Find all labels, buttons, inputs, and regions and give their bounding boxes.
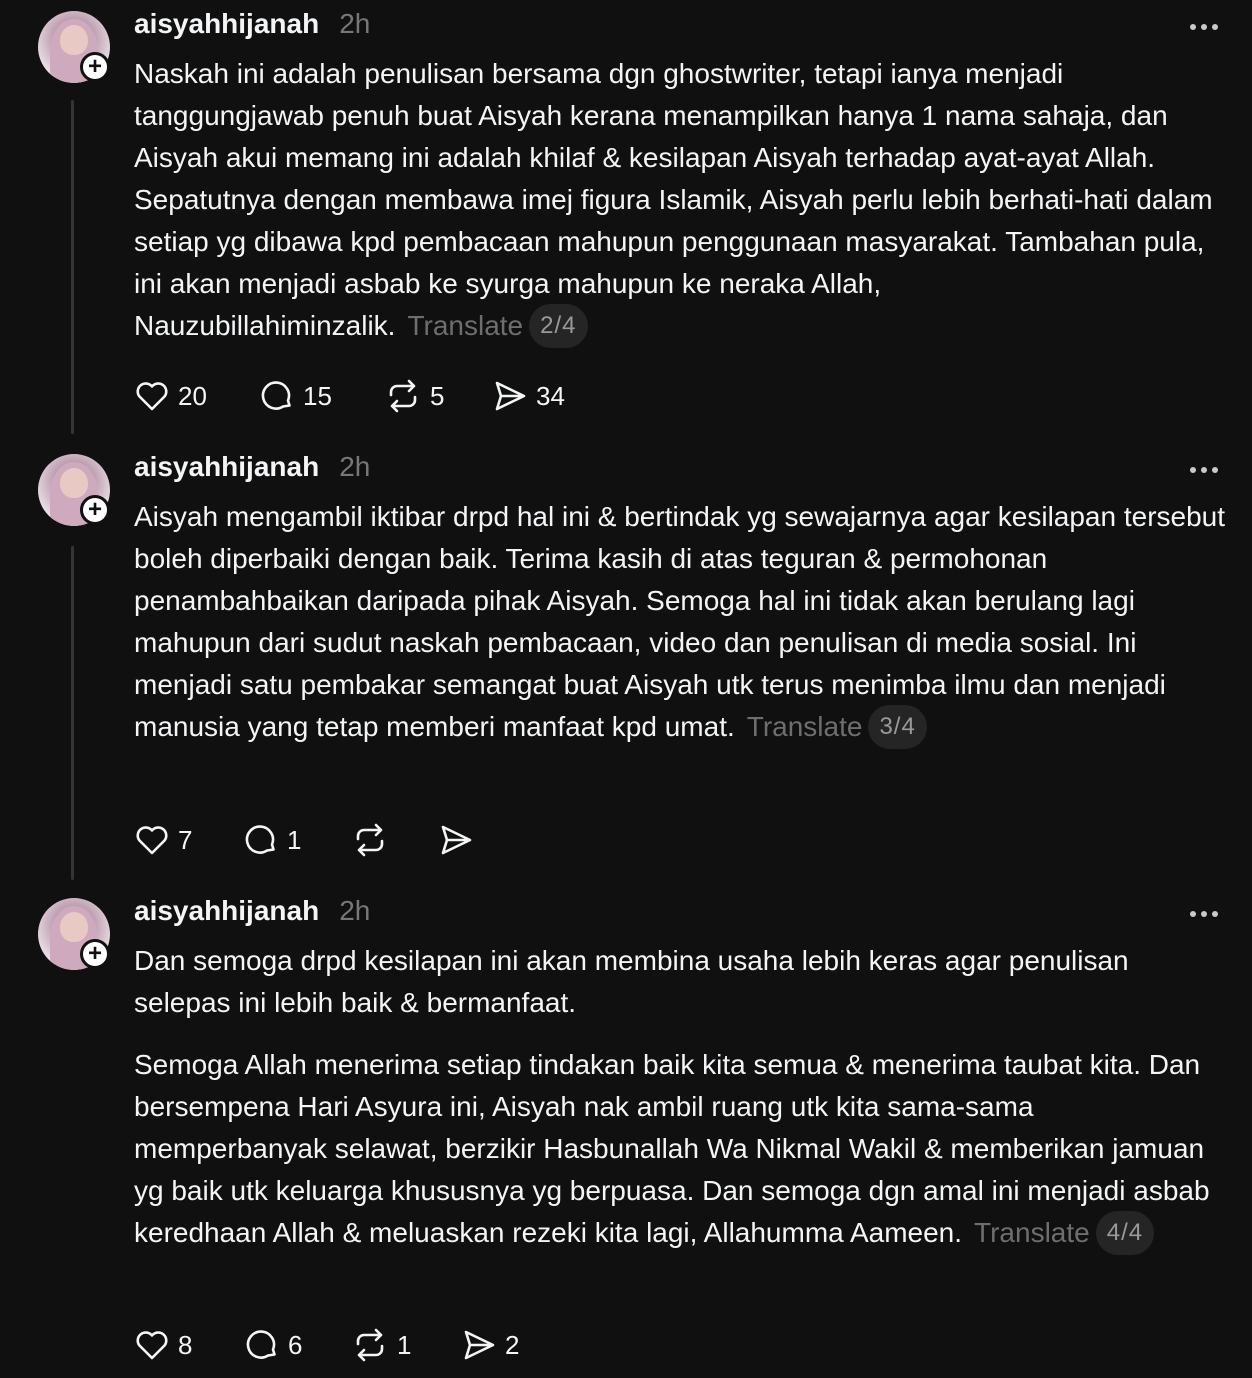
follow-plus-icon[interactable]: + (80, 939, 110, 969)
repost-button[interactable]: 1 (351, 1325, 461, 1365)
post-paragraph: Naskah ini adalah penulisan bersama dgn … (134, 58, 1213, 341)
share-count: 34 (536, 380, 565, 411)
repost-count: 5 (430, 380, 445, 411)
post-header: aisyahhijanah 2h (134, 451, 370, 487)
post-paragraph: Dan semoga drpd kesilapan ini akan membi… (134, 945, 1129, 1018)
avatar[interactable]: + (38, 11, 110, 83)
repost-button[interactable]: 5 (384, 376, 492, 416)
post-paragraph: Aisyah mengambil iktibar drpd hal ini & … (134, 501, 1226, 742)
username[interactable]: aisyahhijanah (134, 8, 319, 40)
thread-index-badge: 2/4 (529, 303, 588, 348)
heart-icon (136, 826, 168, 855)
share-button[interactable]: 2 (461, 1325, 519, 1365)
like-button[interactable]: 20 (134, 376, 259, 416)
reply-button[interactable]: 1 (243, 820, 351, 860)
like-count: 8 (178, 1329, 193, 1360)
repost-count: 1 (397, 1329, 412, 1360)
share-count: 2 (505, 1329, 520, 1360)
more-dots-icon[interactable] (1190, 467, 1218, 473)
post-time: 2h (339, 451, 371, 482)
repost-icon (356, 1328, 384, 1362)
reply-button[interactable]: 15 (259, 376, 384, 416)
share-button[interactable]: 34 (492, 376, 565, 416)
reply-count: 6 (288, 1329, 303, 1360)
thread-post: + aisyahhijanah 2h Aisyah mengambil ikti… (0, 443, 1252, 883)
username[interactable]: aisyahhijanah (134, 895, 319, 927)
like-button[interactable]: 8 (134, 1325, 244, 1365)
thread-post: + aisyahhijanah 2h Dan semoga drpd kesil… (0, 887, 1252, 1378)
thread-connector-line (71, 100, 74, 434)
follow-plus-icon[interactable]: + (80, 52, 110, 82)
send-icon (441, 825, 472, 855)
post-text: Naskah ini adalah penulisan bersama dgn … (134, 53, 1229, 350)
thread-connector-line (71, 546, 74, 880)
more-dots-icon[interactable] (1190, 24, 1218, 30)
more-dots-icon[interactable] (1190, 911, 1218, 917)
translate-link[interactable]: Translate (407, 310, 523, 341)
heart-icon (136, 1331, 168, 1360)
action-bar: 8 6 1 2 (134, 1325, 519, 1365)
thread-index-badge: 3/4 (868, 704, 927, 749)
comment-icon (245, 825, 275, 854)
thread-post: + aisyahhijanah 2h Naskah ini adalah pen… (0, 0, 1252, 440)
send-icon (495, 381, 526, 411)
post-text: Aisyah mengambil iktibar drpd hal ini & … (134, 496, 1229, 751)
repost-button[interactable] (351, 820, 438, 860)
comment-icon (261, 381, 291, 410)
thread-index-badge: 4/4 (1095, 1210, 1155, 1255)
like-count: 20 (178, 380, 207, 411)
repost-icon (356, 823, 384, 857)
reply-button[interactable]: 6 (244, 1325, 351, 1365)
send-icon (464, 1330, 495, 1360)
like-count: 7 (178, 824, 193, 855)
like-button[interactable]: 7 (134, 820, 243, 860)
post-time: 2h (339, 895, 371, 926)
follow-plus-icon[interactable]: + (80, 495, 110, 525)
action-bar: 7 1 (134, 820, 494, 860)
translate-link[interactable]: Translate (974, 1217, 1090, 1248)
action-bar: 20 15 5 34 (134, 376, 565, 416)
post-text: Dan semoga drpd kesilapan ini akan membi… (134, 940, 1229, 1257)
repost-icon (389, 379, 417, 413)
heart-icon (136, 382, 168, 411)
reply-count: 15 (303, 380, 332, 411)
username[interactable]: aisyahhijanah (134, 451, 319, 483)
post-header: aisyahhijanah 2h (134, 895, 370, 931)
reply-count: 1 (287, 824, 302, 855)
post-time: 2h (339, 8, 371, 39)
avatar[interactable]: + (38, 454, 110, 526)
translate-link[interactable]: Translate (747, 711, 863, 742)
avatar[interactable]: + (38, 898, 110, 970)
comment-icon (246, 1330, 276, 1359)
share-button[interactable] (438, 820, 494, 860)
post-header: aisyahhijanah 2h (134, 8, 370, 44)
